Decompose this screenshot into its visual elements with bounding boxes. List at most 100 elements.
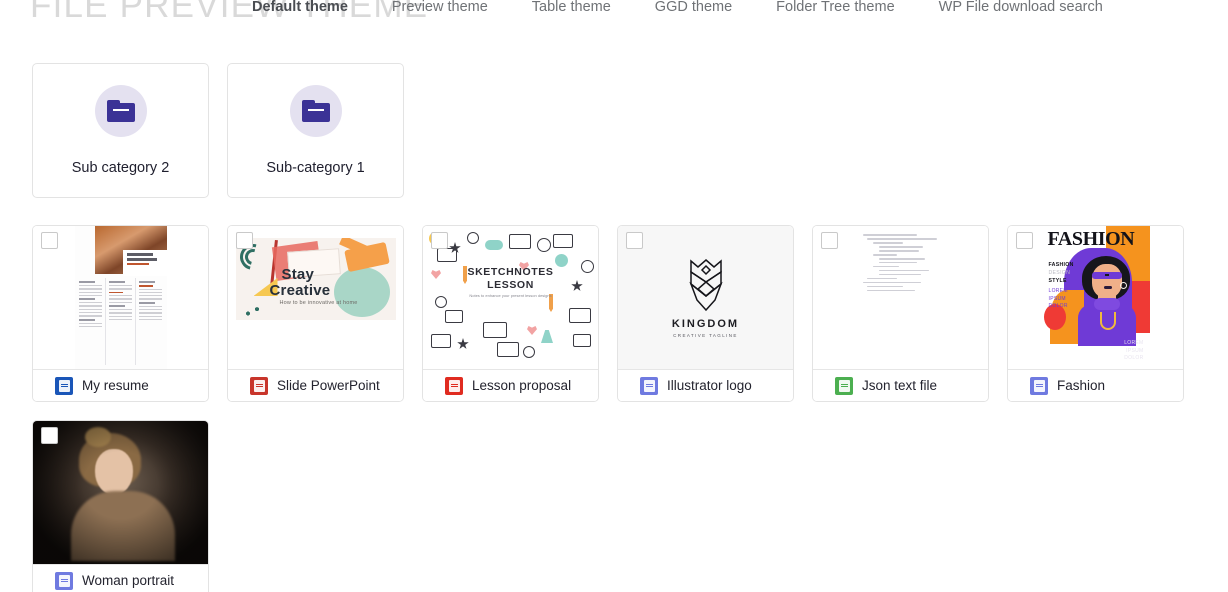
page-header: FILE PREVIEW THEME Default theme Preview … [0,0,1228,30]
doodle [445,310,463,323]
file-card[interactable]: Stay Creative How to be innovative at home… [227,225,404,402]
doodle [437,248,457,262]
file-card[interactable]: FASHION FASHION DESIGN STYLE LOREM IPSUM DOLOR… [1007,225,1184,402]
folder-icon [301,100,330,122]
sketchnotes-thumbnail: SKETCHNOTES LESSON Notes to enhance your p… [423,226,598,369]
file-thumbnail[interactable]: KINGDOM CREATIVE TAGLINE [618,226,793,369]
file-card[interactable]: Woman portrait [32,420,209,592]
file-card[interactable]: SKETCHNOTES LESSON Notes to enhance your p… [422,225,599,402]
code-line [867,237,937,240]
doodle [485,240,503,250]
image-file-icon [55,571,73,590]
file-thumbnail[interactable]: FASHION FASHION DESIGN STYLE LOREM IPSUM DOLOR… [1008,226,1183,369]
nav-item-folder-tree-theme[interactable]: Folder Tree theme [754,0,916,16]
file-select-checkbox[interactable] [821,232,838,249]
file-thumbnail[interactable] [33,421,208,564]
code-line [879,273,921,276]
file-footer: Slide PowerPoint [228,369,403,401]
doodle [527,326,537,335]
sketch-title-line2: LESSON [487,279,534,291]
file-thumbnail[interactable]: SKETCHNOTES LESSON Notes to enhance your p… [423,226,598,369]
code-line [873,253,897,256]
file-grid: My resume Stay Creative How to be innovativ… [32,225,1222,592]
file-name: Lesson proposal [472,378,572,393]
resume-thumbnail [33,226,208,369]
code-line [879,249,919,252]
sketch-subtitle: Notes to enhance your present lesson des… [469,293,552,298]
file-card[interactable]: Json text file [812,225,989,402]
file-select-checkbox[interactable] [41,232,58,249]
file-thumbnail[interactable] [813,226,988,369]
file-name: Illustrator logo [667,378,752,393]
folder-name: Sub category 2 [71,160,170,176]
doodle [569,308,591,323]
logo-title: KINGDOM [671,317,740,330]
woman-portrait-thumbnail [33,421,208,564]
logo-tagline: CREATIVE TAGLINE [673,332,738,338]
file-select-checkbox[interactable] [41,427,58,444]
doodle [573,334,591,347]
doodle [457,338,469,349]
doodle [509,234,531,249]
file-footer: My resume [33,369,208,401]
image-file-icon [1030,376,1048,395]
file-select-checkbox[interactable] [236,232,253,249]
code-line [879,261,917,264]
json-code-thumbnail [813,226,988,369]
code-line [867,285,903,288]
powerpoint-document-icon [250,376,268,395]
file-card[interactable]: KINGDOM CREATIVE TAGLINE Illustrator logo [617,225,794,402]
folder-name: Sub-category 1 [266,160,365,176]
slide-subtitle: How to be innovative at home [279,300,358,306]
code-line [879,257,925,260]
theme-nav: Default theme Preview theme Table theme GGD… [252,0,1125,16]
file-footer: Illustrator logo [618,369,793,401]
file-name: Json text file [862,378,938,393]
file-name: Slide PowerPoint [277,378,380,393]
magazine-side-text: FASHION DESIGN STYLE [1048,262,1074,284]
file-select-checkbox[interactable] [1016,232,1033,249]
code-line [863,234,917,236]
doodle [523,346,535,358]
nav-item-wp-file-download-search[interactable]: WP File download search [917,0,1125,16]
kingdom-logo-thumbnail: KINGDOM CREATIVE TAGLINE [618,226,793,369]
sketch-title-line1: SKETCHNOTES [467,266,554,278]
fashion-magazine-thumbnail: FASHION FASHION DESIGN STYLE LOREM IPSUM DOLOR… [1008,226,1183,369]
doodle [541,330,553,343]
slide-title-line1: Stay [281,266,314,283]
lion-crest-icon [688,258,723,311]
file-thumbnail[interactable] [33,226,208,369]
text-file-icon [835,376,853,395]
file-footer: Json text file [813,369,988,401]
doodle [537,238,551,252]
magazine-lorem-text: LOREM IPSUM DOLOR [1048,288,1068,309]
image-file-icon [640,376,658,395]
file-name: My resume [82,378,149,393]
doodle [483,322,507,338]
code-line [867,277,897,280]
folder-card[interactable]: Sub-category 1 [227,63,404,198]
file-card[interactable]: My resume [32,225,209,402]
doodle [555,254,568,267]
code-line [867,289,915,292]
nav-item-table-theme[interactable]: Table theme [510,0,633,16]
word-document-icon [55,376,73,395]
file-name: Woman portrait [82,573,175,588]
code-line [879,269,929,272]
doodle [467,232,479,244]
nav-item-preview-theme[interactable]: Preview theme [370,0,510,16]
file-thumbnail[interactable]: Stay Creative How to be innovative at home [228,226,403,369]
doodle [431,270,441,279]
folder-row: Sub category 2 Sub-category 1 [32,63,404,198]
folder-icon [106,100,135,122]
code-line [863,281,921,284]
file-select-checkbox[interactable] [626,232,643,249]
nav-item-ggd-theme[interactable]: GGD theme [633,0,754,16]
doodle [581,260,594,273]
file-footer: Fashion [1008,369,1183,401]
file-select-checkbox[interactable] [431,232,448,249]
file-name: Fashion [1057,378,1106,393]
code-line [879,245,923,248]
folder-card[interactable]: Sub category 2 [32,63,209,198]
nav-item-default-theme[interactable]: Default theme [252,0,370,16]
